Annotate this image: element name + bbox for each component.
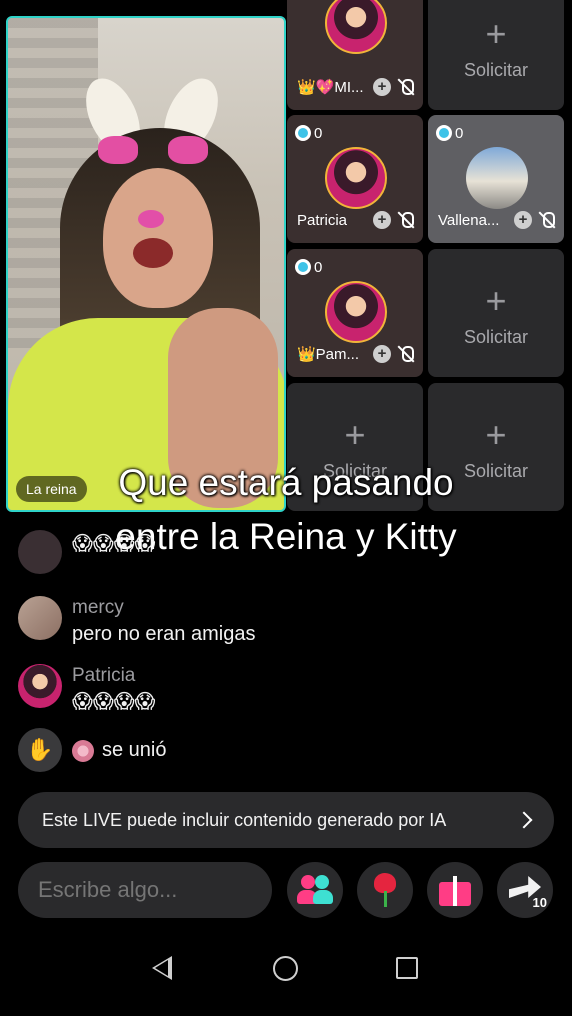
plus-icon: +: [485, 280, 507, 321]
bow-left: [98, 136, 138, 164]
plus-icon: +: [344, 414, 366, 455]
add-guest-icon[interactable]: +: [373, 211, 391, 229]
viewer-dot-icon: [295, 259, 311, 275]
mic-off-icon: [397, 78, 415, 96]
chat-avatar[interactable]: [18, 530, 62, 574]
guest-tile-1[interactable]: 👑💖MI... +: [287, 0, 423, 110]
wave-hand-icon: ✋: [18, 728, 62, 772]
request-slot-1[interactable]: + Solicitar: [428, 0, 564, 110]
plus-icon: +: [485, 13, 507, 54]
caption-line-1: Que estará pasando: [118, 462, 454, 503]
viewer-count: 0: [295, 123, 322, 143]
share-icon: 10: [507, 872, 547, 910]
system-nav-bar: [0, 944, 572, 992]
guest-name: 👑Pam...: [297, 346, 360, 363]
flower-icon: [72, 739, 94, 762]
guest-avatar: [325, 0, 387, 54]
users-icon: [297, 875, 333, 905]
chat-text: 😱😱😱😱: [72, 691, 156, 713]
gift-icon: [439, 874, 471, 906]
request-label: Solicitar: [463, 327, 529, 347]
home-icon[interactable]: [273, 956, 298, 981]
mic-off-icon: [397, 211, 415, 229]
guest-tile-2[interactable]: 0 Patricia +: [287, 115, 423, 243]
host-video-tile[interactable]: La reina: [6, 16, 286, 512]
mic-off-icon: [538, 211, 556, 229]
add-guest-icon[interactable]: +: [373, 78, 391, 96]
share-button[interactable]: 10: [497, 862, 553, 918]
multi-guest-button[interactable]: [287, 862, 343, 918]
comment-input[interactable]: [18, 862, 272, 918]
join-text: se unió: [102, 739, 167, 761]
guest-avatar: [466, 147, 528, 209]
guest-name: Patricia: [297, 211, 348, 229]
viewer-count: 0: [436, 123, 463, 143]
request-label: Solicitar: [463, 60, 529, 80]
chat-avatar[interactable]: [18, 664, 62, 708]
plus-icon: +: [485, 414, 507, 455]
back-icon[interactable]: [152, 956, 172, 980]
guest-name: Vallena...: [438, 211, 500, 229]
add-guest-icon[interactable]: +: [514, 211, 532, 229]
chevron-right-icon: [515, 811, 533, 829]
guest-avatar: [325, 147, 387, 209]
rose-icon: [370, 873, 400, 907]
chat-join-notice: ✋ se unió: [18, 728, 538, 772]
bow-right: [168, 136, 208, 164]
viewer-count: 0: [295, 257, 322, 277]
chat-text: 😱😱😱😱: [72, 533, 156, 555]
ai-notice-text: Este LIVE puede incluir contenido genera…: [42, 809, 447, 830]
ai-content-notice[interactable]: Este LIVE puede incluir contenido genera…: [18, 792, 554, 848]
share-count: 10: [532, 895, 547, 910]
rose-gift-button[interactable]: [357, 862, 413, 918]
viewer-dot-icon: [436, 125, 452, 141]
chat-message-2[interactable]: mercy pero no eran amigas: [18, 596, 538, 648]
chat-text: pero no eran amigas: [72, 623, 256, 645]
chat-username: mercy: [72, 597, 124, 618]
guest-name: 👑💖MI...: [297, 79, 364, 96]
add-guest-icon[interactable]: +: [373, 345, 391, 363]
guest-tile-4[interactable]: 0 👑Pam... +: [287, 249, 423, 377]
guest-avatar: [325, 281, 387, 343]
chat-message-3[interactable]: Patricia 😱😱😱😱: [18, 664, 538, 716]
filter-nose: [138, 210, 164, 228]
recents-icon[interactable]: [396, 957, 418, 979]
gift-button[interactable]: [427, 862, 483, 918]
mic-off-icon: [397, 345, 415, 363]
chat-avatar[interactable]: [18, 596, 62, 640]
guest-tile-3[interactable]: 0 Vallena... +: [428, 115, 564, 243]
chat-message-1[interactable]: 😱😱😱😱: [18, 530, 538, 574]
request-slot-2[interactable]: + Solicitar: [428, 249, 564, 377]
host-mouth: [133, 238, 173, 268]
viewer-dot-icon: [295, 125, 311, 141]
chat-username: Patricia: [72, 665, 136, 686]
